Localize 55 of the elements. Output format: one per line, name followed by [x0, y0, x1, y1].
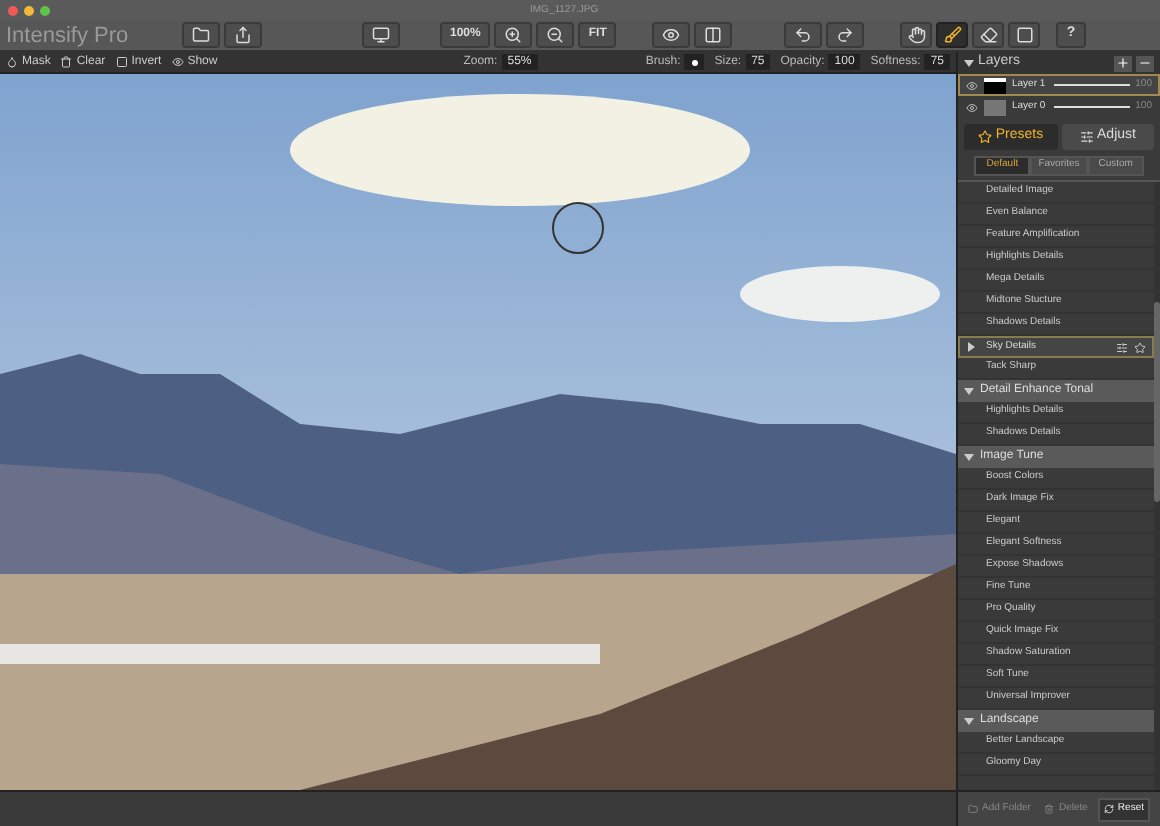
invert-icon [115, 56, 128, 68]
scrollbar[interactable] [1154, 182, 1160, 790]
monitor-icon [372, 26, 390, 44]
undo-button[interactable] [784, 22, 823, 48]
eye-icon [662, 26, 681, 44]
redo-icon [836, 26, 855, 44]
plus-icon [1116, 56, 1130, 70]
sliders-icon [1079, 130, 1094, 144]
maximize-icon[interactable] [40, 5, 50, 15]
add-icon [968, 804, 978, 814]
redo-button[interactable] [826, 22, 865, 48]
zoom-in-button[interactable] [494, 22, 533, 48]
delete-icon [1044, 804, 1055, 814]
app-logo: Intensify Pro [6, 21, 131, 49]
zoom-out-icon [546, 26, 565, 44]
show-icon [171, 56, 184, 68]
remove-layer-button[interactable] [1136, 55, 1154, 71]
hand-tool-button[interactable] [900, 22, 933, 48]
add-layer-button[interactable] [1114, 55, 1132, 71]
minus-icon [1138, 56, 1152, 70]
mask-icon [6, 56, 18, 68]
eraser-icon [979, 26, 998, 44]
hand-icon [907, 26, 926, 44]
expand-arrow-icon[interactable] [964, 716, 974, 726]
reset-icon [1103, 804, 1114, 814]
share-icon [234, 26, 252, 44]
view-button[interactable] [362, 22, 400, 48]
folder-icon [192, 26, 210, 44]
brush-cursor-icon [552, 202, 604, 254]
expand-arrow-icon[interactable] [966, 342, 976, 352]
layer-thumbnail [984, 77, 1006, 93]
collapse-arrow-icon[interactable] [964, 58, 974, 68]
clear-icon [60, 56, 73, 68]
zoom-out-button[interactable] [536, 22, 575, 48]
layer-thumbnail [984, 99, 1006, 115]
visibility-icon [966, 79, 978, 91]
sliders-icon [1116, 341, 1128, 353]
export-button[interactable] [224, 22, 262, 48]
compare-button[interactable] [694, 22, 733, 48]
visibility-icon [966, 101, 978, 113]
undo-icon [794, 26, 813, 44]
split-view-icon [704, 26, 723, 44]
brush-shape-dropdown[interactable] [684, 54, 705, 70]
star-icon [977, 130, 992, 144]
star-icon [1134, 341, 1146, 353]
brush-icon [943, 26, 962, 44]
zoom-in-icon [504, 26, 523, 44]
preview-button[interactable] [652, 22, 691, 48]
brush-tool-button[interactable] [936, 22, 969, 48]
minimize-icon[interactable] [24, 5, 34, 15]
open-button[interactable] [182, 22, 220, 48]
gradient-tool-button[interactable] [1008, 22, 1041, 48]
expand-arrow-icon[interactable] [964, 386, 974, 396]
expand-arrow-icon[interactable] [964, 452, 974, 462]
eraser-tool-button[interactable] [972, 22, 1005, 48]
